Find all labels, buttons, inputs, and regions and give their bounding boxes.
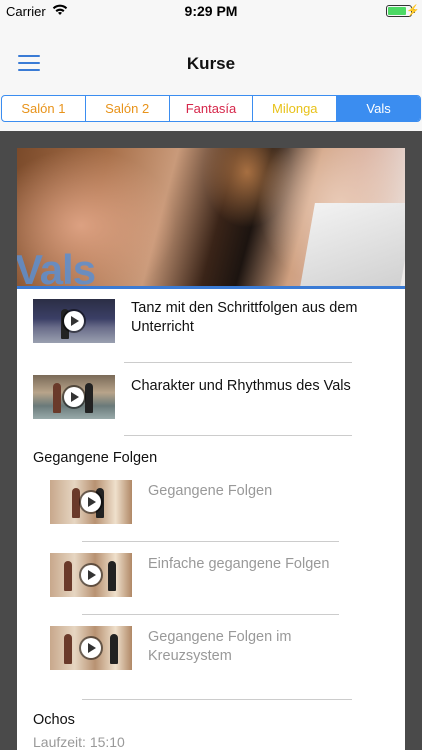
course-card: Vals Tanz mit den Schrittfolgen aus dem … — [17, 148, 405, 750]
divider — [124, 435, 352, 436]
lesson-title: Gegangene Folgen — [148, 483, 273, 499]
play-icon — [64, 387, 84, 407]
lesson-item[interactable]: Gegangene Folgen — [17, 478, 405, 528]
lesson-title: Tanz mit den Schrittfolgen aus dem Unter… — [131, 300, 358, 335]
tab-milonga[interactable]: Milonga — [253, 96, 338, 121]
tab-fantasia[interactable]: Fantasía — [170, 96, 254, 121]
video-thumbnail — [50, 626, 132, 670]
navigation-bar: Kurse — [0, 22, 422, 90]
hero-label: Vals — [17, 246, 96, 289]
page-title: Kurse — [186, 54, 236, 73]
lesson-item[interactable]: Tanz mit den Schrittfolgen aus dem Unter… — [17, 295, 405, 355]
play-icon — [81, 565, 101, 585]
lesson-item[interactable]: Charakter und Rhythmus des Vals — [17, 373, 405, 423]
hero-image: Vals — [17, 148, 405, 289]
video-thumbnail — [33, 299, 115, 343]
divider — [82, 541, 339, 542]
tab-label: Fantasía — [185, 101, 237, 116]
play-icon — [81, 638, 101, 658]
lesson-item[interactable]: Gegangene Folgen im Kreuzsystem — [17, 624, 405, 684]
course-tabs: Salón 1 Salón 2 Fantasía Milonga Vals — [1, 95, 421, 122]
duration-label: Laufzeit: 15:10 — [33, 734, 125, 750]
tab-salon-2[interactable]: Salón 2 — [86, 96, 170, 121]
video-thumbnail — [33, 375, 115, 419]
clock-time: 9:29 PM — [184, 3, 238, 19]
battery-level — [388, 7, 406, 15]
tab-vals[interactable]: Vals — [337, 96, 420, 121]
divider — [124, 362, 352, 363]
video-thumbnail — [50, 553, 132, 597]
lesson-item[interactable]: Einfache gegangene Folgen — [17, 551, 405, 601]
lesson-title: Charakter und Rhythmus des Vals — [131, 378, 351, 394]
charging-bolt-icon: ⚡ — [406, 5, 420, 17]
status-bar: Carrier 9:29 PM ⚡ — [0, 0, 422, 22]
section-heading: Gegangene Folgen — [33, 450, 158, 466]
play-icon — [81, 492, 101, 512]
divider — [82, 614, 339, 615]
tab-label: Salón 1 — [21, 101, 66, 116]
lesson-title: Einfache gegangene Folgen — [148, 556, 330, 572]
tab-label: Milonga — [272, 101, 318, 116]
video-thumbnail — [50, 480, 132, 524]
lesson-title: Gegangene Folgen im Kreuzsystem — [148, 629, 292, 664]
content-area: Vals Tanz mit den Schrittfolgen aus dem … — [0, 131, 422, 750]
divider — [82, 699, 352, 700]
play-icon — [64, 311, 84, 331]
tab-salon-1[interactable]: Salón 1 — [2, 96, 86, 121]
section-heading: Ochos — [33, 712, 75, 728]
tab-label: Vals — [366, 101, 391, 116]
tab-label: Salón 2 — [105, 101, 150, 116]
